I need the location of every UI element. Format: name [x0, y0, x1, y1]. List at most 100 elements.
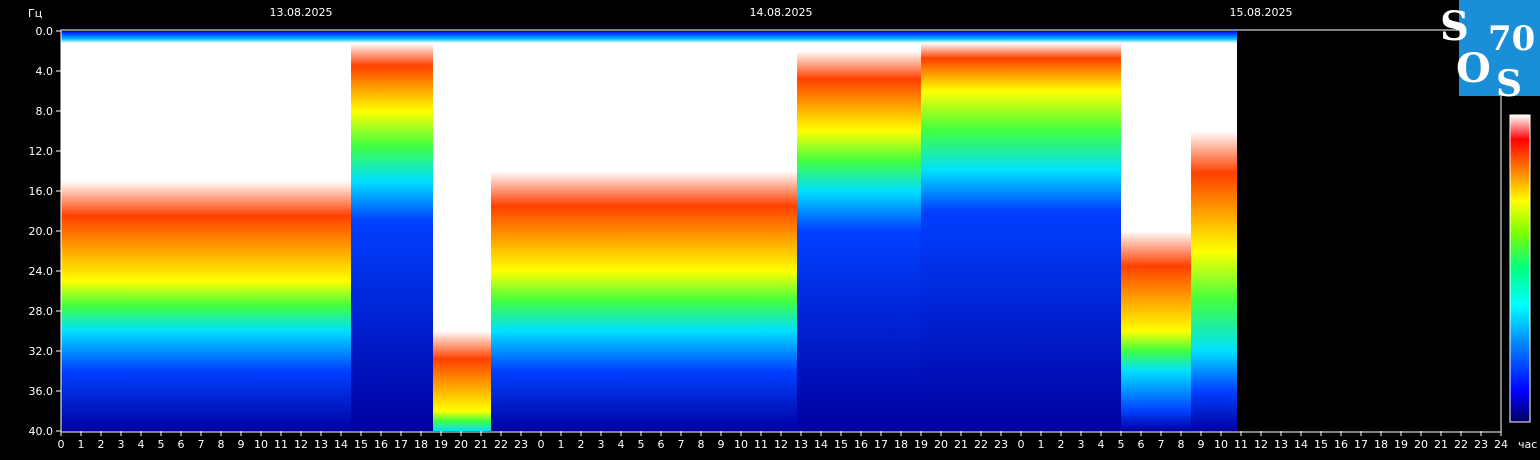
x-tick-label: 2: [1058, 438, 1065, 451]
y-tick-label: 8.0: [36, 105, 54, 118]
spectrogram-segment: [797, 31, 921, 431]
x-tick-label: 7: [1158, 438, 1165, 451]
x-tick-label: 0: [1018, 438, 1025, 451]
x-tick-label: 9: [718, 438, 725, 451]
x-tick-label: 21: [474, 438, 488, 451]
x-tick-label: 23: [1474, 438, 1488, 451]
x-tick-label: 4: [138, 438, 145, 451]
spectrogram-segment: [1121, 31, 1191, 431]
sos70-logo: S 70 O S: [1440, 0, 1540, 105]
x-tick-label: 12: [774, 438, 788, 451]
x-unit-label: час: [1518, 438, 1537, 451]
x-tick-label: 4: [618, 438, 625, 451]
x-tick-label: 7: [678, 438, 685, 451]
x-tick-label: 0: [58, 438, 65, 451]
date-label: 15.08.2025: [1230, 6, 1293, 19]
x-tick-label: 20: [934, 438, 948, 451]
y-unit-label: Гц: [28, 7, 42, 20]
x-tick-label: 8: [218, 438, 225, 451]
x-tick-label: 21: [954, 438, 968, 451]
date-label: 13.08.2025: [270, 6, 333, 19]
x-axis: 0 1 2 3 4 5 6 7 8 9 10 11 12 13 14 15 16 17 18 19 20 21 22 23 0 1…: [58, 431, 1508, 451]
x-tick-label: 1: [1038, 438, 1045, 451]
x-tick-label: 5: [158, 438, 165, 451]
x-tick-label: 12: [294, 438, 308, 451]
x-tick-label: 19: [434, 438, 448, 451]
spectrogram-segment: [61, 31, 351, 431]
x-tick-label: 16: [374, 438, 388, 451]
x-tick-label: 8: [698, 438, 705, 451]
plot-area: [61, 31, 1237, 431]
x-tick-label: 3: [598, 438, 605, 451]
spectrogram-segment: [921, 31, 1121, 431]
x-tick-label: 13: [314, 438, 328, 451]
x-tick-label: 6: [178, 438, 185, 451]
x-tick-label: 24: [1494, 438, 1508, 451]
y-tick-label: 40.0: [29, 425, 54, 438]
x-tick-label: 18: [1374, 438, 1388, 451]
x-tick-label: 5: [1118, 438, 1125, 451]
x-tick-label: 3: [118, 438, 125, 451]
x-tick-label: 15: [354, 438, 368, 451]
x-tick-label: 10: [254, 438, 268, 451]
y-tick-label: 12.0: [29, 145, 54, 158]
y-tick-label: 36.0: [29, 385, 54, 398]
spectrogram-segment: [351, 31, 433, 431]
x-tick-label: 9: [238, 438, 245, 451]
x-tick-label: 1: [558, 438, 565, 451]
x-tick-label: 22: [974, 438, 988, 451]
x-tick-label: 15: [1314, 438, 1328, 451]
x-tick-label: 9: [1198, 438, 1205, 451]
x-tick-label: 10: [1214, 438, 1228, 451]
logo-num: 70: [1488, 19, 1535, 59]
x-tick-label: 3: [1078, 438, 1085, 451]
y-tick-label: 32.0: [29, 345, 54, 358]
x-tick-label: 12: [1254, 438, 1268, 451]
x-tick-label: 22: [494, 438, 508, 451]
logo-o: O: [1456, 45, 1491, 92]
x-tick-label: 11: [1234, 438, 1248, 451]
y-tick-label: 16.0: [29, 185, 54, 198]
x-tick-label: 18: [414, 438, 428, 451]
x-tick-label: 18: [894, 438, 908, 451]
x-tick-label: 20: [1414, 438, 1428, 451]
x-tick-label: 16: [854, 438, 868, 451]
y-tick-label: 24.0: [29, 265, 54, 278]
y-tick-label: 28.0: [29, 305, 54, 318]
logo-s1: S: [1440, 3, 1469, 50]
x-tick-label: 23: [514, 438, 528, 451]
x-tick-label: 13: [1274, 438, 1288, 451]
x-tick-label: 22: [1454, 438, 1468, 451]
date-label: 14.08.2025: [750, 6, 813, 19]
spectrogram-segment: [1191, 31, 1237, 431]
y-tick-label: 4.0: [36, 65, 54, 78]
x-tick-label: 14: [334, 438, 348, 451]
x-tick-label: 17: [874, 438, 888, 451]
date-labels: 13.08.2025 14.08.2025 15.08.2025: [270, 6, 1293, 19]
x-tick-label: 21: [1434, 438, 1448, 451]
x-tick-label: 23: [994, 438, 1008, 451]
x-tick-label: 11: [754, 438, 768, 451]
x-tick-label: 7: [198, 438, 205, 451]
x-tick-label: 20: [454, 438, 468, 451]
x-tick-label: 14: [814, 438, 828, 451]
colorbar: [1509, 114, 1531, 423]
x-tick-label: 10: [734, 438, 748, 451]
x-tick-label: 8: [1178, 438, 1185, 451]
y-tick-label: 0.0: [36, 25, 54, 38]
x-tick-label: 16: [1334, 438, 1348, 451]
x-tick-label: 17: [1354, 438, 1368, 451]
spectrogram-segment: [491, 31, 797, 431]
x-tick-label: 11: [274, 438, 288, 451]
x-tick-label: 2: [578, 438, 585, 451]
x-tick-label: 17: [394, 438, 408, 451]
x-tick-label: 13: [794, 438, 808, 451]
x-tick-label: 19: [1394, 438, 1408, 451]
x-tick-label: 15: [834, 438, 848, 451]
x-tick-label: 19: [914, 438, 928, 451]
spectrogram-chart: Гц час 0.0 4.0 8.0 12.0 16.0 20.0 24.0 28.0 32.0…: [28, 0, 1540, 451]
x-tick-label: 1: [78, 438, 85, 451]
x-tick-label: 6: [658, 438, 665, 451]
x-tick-label: 0: [538, 438, 545, 451]
x-tick-label: 5: [638, 438, 645, 451]
